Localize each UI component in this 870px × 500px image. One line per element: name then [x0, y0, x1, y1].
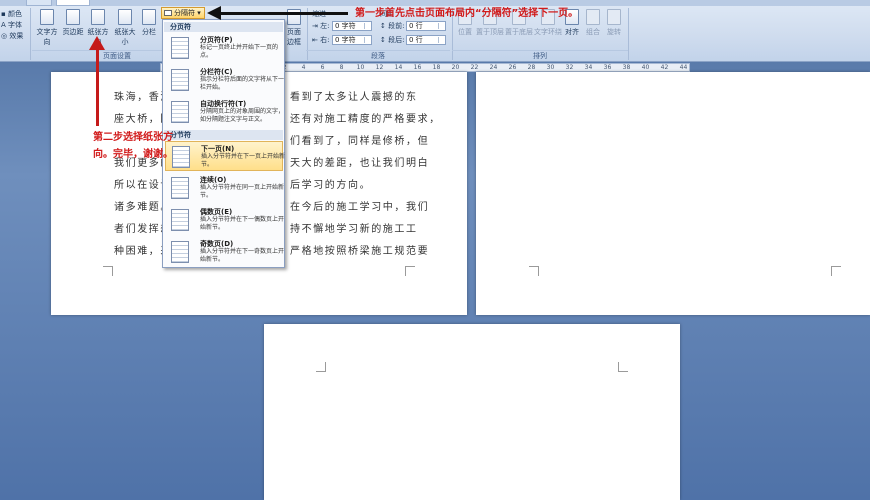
indent-right-input[interactable]: 0 字符: [332, 35, 372, 45]
text-wrapping-break-icon: [171, 101, 189, 123]
ruler-tick: 8: [339, 64, 344, 71]
doc-line: 在今后的施工学习中，我们: [290, 202, 430, 213]
ruler-tick: 36: [603, 64, 612, 71]
ruler-tick: 18: [432, 64, 441, 71]
page-break-icon: [171, 37, 189, 59]
ruler-tick: 42: [660, 64, 669, 71]
rotate-icon: [607, 9, 621, 25]
annotation-step2-line2: 向。完毕，谢谢。: [93, 149, 173, 160]
crop-mark: [316, 362, 326, 372]
breaks-icon: [164, 10, 172, 16]
annotation-arrow-step2: [96, 48, 99, 126]
size-button[interactable]: 纸张大小: [112, 9, 138, 46]
margins-button[interactable]: 页边距: [62, 9, 84, 45]
menu-item-page-break[interactable]: 分页符(P) 标记一页终止并开始下一页的点。: [165, 33, 283, 63]
menu-item-odd-page[interactable]: 奇数页(D) 插入分节符并在下一奇数页上开始新节。: [165, 237, 284, 267]
indent-right-label: ⇤ 右:: [312, 36, 330, 44]
spacing-after-label: ↕ 段后:: [380, 36, 405, 44]
spacing-after-icon: ↕: [380, 36, 389, 44]
indent-right-icon: ⇤: [312, 36, 321, 44]
page-3[interactable]: [264, 324, 680, 500]
section-header-section-breaks: 分节符: [164, 130, 283, 140]
tab-insert[interactable]: [26, 0, 52, 6]
crop-mark: [618, 362, 628, 372]
doc-line: 们看到了，同样是修桥，但: [290, 136, 430, 147]
ruler-tick: 34: [584, 64, 593, 71]
text-direction-button[interactable]: 文字方向: [34, 9, 60, 46]
ruler-tick: 38: [622, 64, 631, 71]
menu-item-even-page[interactable]: 偶数页(E) 插入分节符并在下一偶数页上开始新节。: [165, 205, 284, 235]
ruler-tick: 20: [451, 64, 460, 71]
section-header-page-breaks: 分页符: [164, 22, 283, 32]
indent-left-input[interactable]: 0 字符: [332, 21, 372, 31]
ruler-tick: 16: [413, 64, 422, 71]
ruler-tick: 22: [470, 64, 479, 71]
ruler-tick: 28: [527, 64, 536, 71]
crop-mark: [405, 266, 415, 276]
group-icon: [586, 9, 600, 25]
columns-icon: [142, 9, 156, 25]
menu-item-next-page[interactable]: 下一页(N) 插入分节符并在下一页上开始新节。: [165, 141, 285, 171]
ruler-tick: 26: [508, 64, 517, 71]
theme-fonts[interactable]: A 字体: [1, 20, 22, 30]
rotate-button[interactable]: 旋转: [605, 9, 623, 45]
even-page-icon: [171, 209, 189, 231]
annotation-step2-line1: 第二步选择纸张方: [93, 132, 173, 143]
font-icon: A: [1, 21, 9, 29]
indent-left-label: ⇥ 左:: [312, 22, 330, 30]
spacing-before-label: ↕ 段前:: [380, 22, 405, 30]
ruler-tick: 6: [320, 64, 325, 71]
arrow-left-icon: [207, 6, 221, 20]
doc-line: 严格地按照桥梁施工规范要: [290, 246, 430, 257]
orientation-icon: [91, 9, 105, 25]
doc-line: 后学习的方向。: [290, 180, 372, 191]
arrange-caption: 排列: [452, 50, 628, 60]
continuous-icon: [171, 177, 189, 199]
crop-mark: [831, 266, 841, 276]
text-direction-icon: [40, 9, 54, 25]
group-button[interactable]: 组合: [584, 9, 602, 45]
ruler-tick: 12: [375, 64, 384, 71]
separator-button[interactable]: 分隔符 ▾: [161, 7, 205, 19]
spacing-after-input[interactable]: 0 行: [406, 35, 446, 45]
ruler-tick: 40: [641, 64, 650, 71]
indent-left-icon: ⇥: [312, 22, 321, 30]
menu-item-text-wrapping[interactable]: 自动换行符(T) 分隔网页上的对象周围的文字，如分隔题注文字与正文。: [165, 97, 284, 129]
doc-line: 看到了太多让人震撼的东: [290, 92, 418, 103]
palette-icon: ▪: [1, 10, 8, 18]
paper-size-icon: [118, 9, 132, 25]
doc-line: 还有对施工精度的严格要求，: [290, 114, 441, 125]
column-break-icon: [171, 69, 189, 91]
menu-item-continuous[interactable]: 连续(O) 插入分节符并在同一页上开始新节。: [165, 173, 284, 203]
annotation-arrow-step1: [218, 12, 348, 15]
ruler-tick: 30: [546, 64, 555, 71]
ruler-tick: 24: [489, 64, 498, 71]
tab-page-layout[interactable]: [56, 0, 90, 6]
ruler-tick: 14: [394, 64, 403, 71]
next-page-icon: [172, 146, 190, 168]
page-2[interactable]: [476, 72, 870, 315]
ruler-tick: 32: [565, 64, 574, 71]
theme-effects[interactable]: ◎ 效果: [1, 31, 23, 41]
paragraph-caption: 段落: [306, 50, 450, 60]
doc-line: 持不懈地学习新的施工工: [290, 224, 418, 235]
spacing-before-input[interactable]: 0 行: [406, 21, 446, 31]
crop-mark: [103, 266, 113, 276]
columns-button[interactable]: 分栏: [140, 9, 158, 45]
ruler-tick: 44: [679, 64, 688, 71]
crop-mark: [529, 266, 539, 276]
doc-line: 天大的差距，也让我们明白: [290, 158, 430, 169]
menu-item-column-break[interactable]: 分栏符(C) 指示分栏符后面的文字将从下一栏开始。: [165, 65, 284, 95]
margins-icon: [66, 9, 80, 25]
odd-page-icon: [171, 241, 189, 263]
theme-colors[interactable]: ▪ 颜色: [1, 9, 22, 19]
spacing-before-icon: ↕: [380, 22, 389, 30]
ruler-tick: 10: [356, 64, 365, 71]
arrow-up-icon: [89, 36, 105, 50]
breaks-dropdown: 分页符 分页符(P) 标记一页终止并开始下一页的点。 分栏符(C) 指示分栏符后…: [162, 19, 285, 268]
annotation-step1: 第一步首先点击页面布局内“分隔符”选择下一页。: [355, 8, 579, 19]
ruler-tick: 4: [301, 64, 306, 71]
